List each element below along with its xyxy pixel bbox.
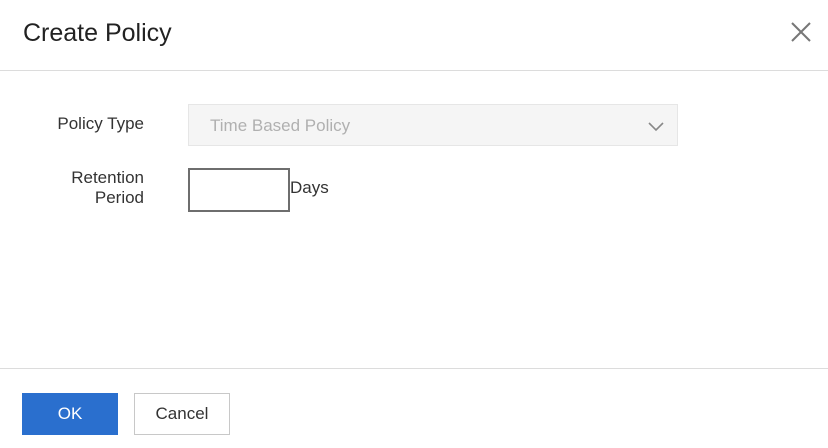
retention-label-line2: Period [94, 188, 144, 207]
retention-label-line1: Retention [71, 168, 144, 187]
policy-type-label: Policy Type [57, 114, 144, 133]
policy-type-value: Time Based Policy [210, 116, 351, 135]
ok-button[interactable]: OK [22, 393, 118, 435]
retention-period-input[interactable] [188, 168, 290, 212]
retention-period-label: Retention Period [30, 168, 144, 208]
close-button[interactable] [787, 18, 815, 46]
chevron-down-icon [648, 122, 664, 132]
close-icon [791, 22, 811, 42]
cancel-button[interactable]: Cancel [134, 393, 230, 435]
policy-type-select[interactable]: Time Based Policy [188, 104, 678, 146]
dialog-title: Create Policy [23, 19, 172, 47]
dialog-footer: OK Cancel [0, 368, 828, 448]
create-policy-dialog: Create Policy Policy Type Time Based Pol… [0, 0, 828, 448]
dialog-header: Create Policy [0, 0, 828, 71]
retention-unit-label: Days [290, 178, 329, 197]
